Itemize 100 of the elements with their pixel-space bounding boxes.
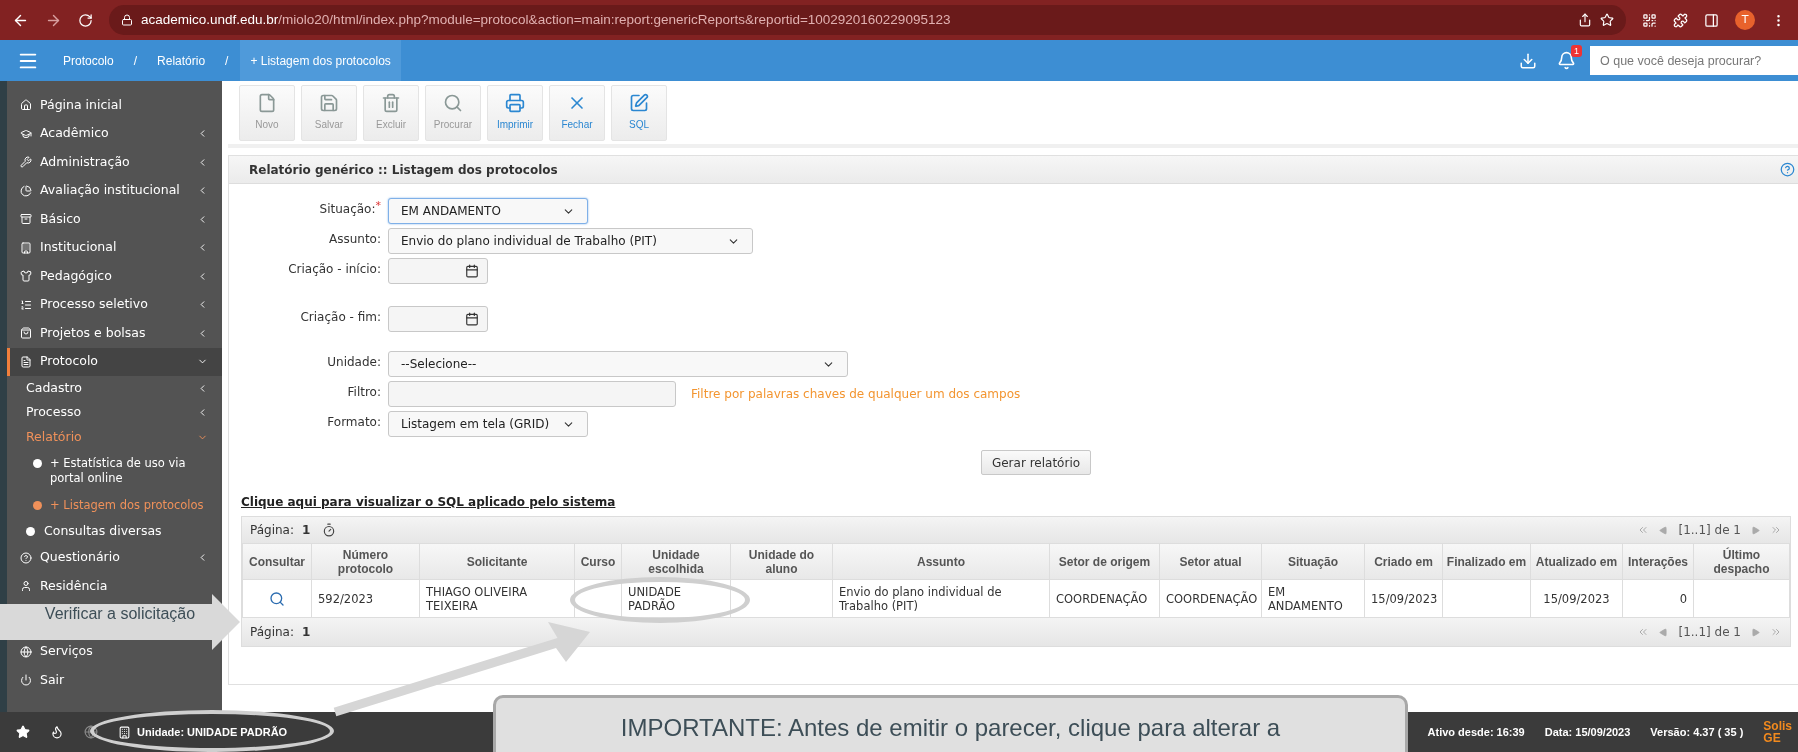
bullet-icon bbox=[33, 500, 42, 510]
sidebar-item[interactable]: Processo bbox=[7, 400, 222, 425]
table-cell: 15/09/2023 bbox=[1364, 579, 1443, 618]
table-cell: COORDENAÇÃO bbox=[1049, 579, 1160, 618]
printer-icon bbox=[505, 93, 525, 113]
column-header: Número protocolo bbox=[311, 543, 420, 580]
sidebar-item[interactable]: Residência bbox=[7, 572, 222, 601]
column-header: Situação bbox=[1261, 543, 1365, 580]
url-text: academico.undf.edu.br/miolo20/html/index.php?module=protocol&action=main:report:genericReports&reportid=1002920160229095123 bbox=[141, 10, 951, 29]
input-field[interactable] bbox=[388, 381, 676, 407]
breadcrumb[interactable]: Relatório bbox=[149, 40, 214, 81]
column-header: Assunto bbox=[832, 543, 1050, 580]
sidebar-item[interactable]: Página inicial bbox=[7, 91, 222, 120]
sql-link[interactable]: Clique aqui para visualizar o SQL aplicado pelo sistema bbox=[241, 495, 616, 509]
column-header: Solicitante bbox=[419, 543, 575, 580]
bullet-icon bbox=[33, 458, 42, 468]
star-icon[interactable] bbox=[16, 725, 30, 739]
document-icon bbox=[20, 355, 32, 368]
select-field[interactable]: Listagem em tela (GRID) bbox=[388, 411, 588, 437]
download-icon[interactable] bbox=[1519, 51, 1537, 70]
sidebar-item[interactable]: + Estatística de uso via portal online bbox=[7, 449, 222, 492]
table-cell: 15/09/2023 bbox=[1530, 579, 1623, 618]
user-icon bbox=[20, 580, 32, 593]
select-field[interactable]: EM ANDAMENTO bbox=[388, 198, 588, 224]
bullet-icon bbox=[26, 526, 35, 536]
save-icon bbox=[319, 93, 339, 113]
notification-badge: 1 bbox=[1571, 45, 1582, 57]
wrench-icon bbox=[20, 156, 32, 169]
view-cell[interactable] bbox=[242, 579, 312, 618]
active-since: Ativo desde: 16:39 bbox=[1427, 724, 1525, 740]
sidebar-item[interactable]: Protocolo bbox=[7, 347, 222, 376]
sidebar-item[interactable]: Acadêmico bbox=[7, 119, 222, 148]
sidebar-item[interactable]: Projetos e bolsas bbox=[7, 319, 222, 348]
panel-title: Relatório genérico :: Listagem dos protocolos bbox=[249, 161, 559, 179]
page-number: 1 bbox=[302, 624, 311, 641]
breadcrumb-separator: / bbox=[132, 52, 139, 70]
sidebar-item[interactable]: Processo seletivo bbox=[7, 290, 222, 319]
required-mark: * bbox=[375, 200, 381, 214]
sidebar-item[interactable]: Básico bbox=[7, 205, 222, 234]
sidebar-item[interactable]: Avaliação institucional bbox=[7, 176, 222, 205]
column-header: Interações bbox=[1622, 543, 1694, 580]
help-icon[interactable] bbox=[1780, 162, 1795, 177]
address-bar[interactable]: academico.undf.edu.br/miolo20/html/index.php?module=protocol&action=main:report:genericReports&reportid=1002920160229095123 bbox=[109, 5, 1626, 35]
field-label: Unidade: bbox=[327, 354, 381, 371]
globe-icon[interactable] bbox=[84, 725, 98, 739]
breadcrumb[interactable]: Protocolo bbox=[55, 40, 122, 81]
annotation-label: Verificar a solicitação bbox=[43, 605, 197, 622]
refresh-icon[interactable] bbox=[322, 523, 337, 537]
flame-icon[interactable] bbox=[50, 725, 64, 739]
page-label: Página: bbox=[250, 624, 294, 641]
column-header: Unidade do aluno bbox=[730, 543, 833, 580]
page-label: Página: bbox=[250, 522, 294, 539]
puzzle-icon[interactable] bbox=[1673, 12, 1688, 28]
toolbar-button[interactable]: SQL bbox=[611, 84, 667, 141]
search-field[interactable]: O que você deseja procurar? bbox=[1590, 46, 1798, 75]
calendar-icon bbox=[465, 264, 479, 278]
table-cell: 0 bbox=[1622, 579, 1694, 618]
sidebar-item[interactable]: Institucional bbox=[7, 233, 222, 262]
new-file-icon bbox=[257, 93, 277, 113]
question-icon bbox=[20, 551, 32, 564]
graduation-cap-icon bbox=[20, 127, 32, 140]
sidebar-item[interactable]: Cadastro bbox=[7, 376, 222, 401]
sidebar-item[interactable]: Questionário bbox=[7, 543, 222, 572]
column-header: Atualizado em bbox=[1530, 543, 1623, 580]
logo: Solis GE bbox=[1763, 720, 1792, 744]
column-header: Setor atual bbox=[1159, 543, 1262, 580]
bell-icon[interactable] bbox=[1557, 51, 1576, 70]
lock-icon bbox=[121, 14, 133, 26]
unit-label[interactable]: Unidade: UNIDADE PADRÃO bbox=[137, 723, 288, 741]
generate-report-button[interactable]: Gerar relatório bbox=[980, 450, 1092, 475]
trash-icon bbox=[381, 93, 401, 113]
edit-icon bbox=[629, 93, 649, 113]
column-header: Finalizado em bbox=[1442, 543, 1531, 580]
page-number: 1 bbox=[302, 522, 311, 539]
callout-text: IMPORTANTE: Antes de emitir o parecer, clique para alterar a bbox=[620, 714, 1281, 743]
toolbar-button[interactable]: Fechar bbox=[549, 84, 605, 141]
sidebar-item[interactable]: Sair bbox=[7, 666, 222, 695]
building-icon bbox=[118, 725, 131, 739]
sidebar-item[interactable]: Pedagógico bbox=[7, 262, 222, 291]
date-field[interactable] bbox=[388, 306, 488, 332]
star-icon[interactable] bbox=[1600, 13, 1614, 27]
archive-icon bbox=[20, 213, 32, 226]
date-field[interactable] bbox=[388, 258, 488, 284]
sidebar-item[interactable]: Consultas diversas bbox=[7, 518, 222, 544]
power-icon bbox=[20, 674, 32, 687]
extension-icon[interactable] bbox=[1642, 12, 1657, 28]
table-cell: COORDENAÇÃO bbox=[1159, 579, 1262, 618]
home-icon bbox=[20, 99, 32, 112]
toolbar-button[interactable]: Imprimir bbox=[487, 84, 543, 141]
sidebar-item[interactable]: Serviços bbox=[7, 637, 222, 666]
table-cell: Envio do plano individual de Trabalho (PIT) bbox=[832, 579, 1050, 618]
sidebar-item[interactable]: Administração bbox=[7, 148, 222, 177]
reload-icon[interactable] bbox=[78, 12, 93, 28]
version-label: Versão: 4.37 ( 35 ) bbox=[1650, 724, 1744, 740]
bag-icon bbox=[20, 327, 32, 340]
select-field[interactable]: --Selecione-- bbox=[388, 351, 848, 377]
side-panel-icon[interactable] bbox=[1704, 12, 1719, 28]
table-cell: EM ANDAMENTO bbox=[1261, 579, 1365, 618]
select-field[interactable]: Envio do plano individual de Trabalho (PIT) bbox=[388, 228, 753, 254]
share-icon[interactable] bbox=[1578, 13, 1592, 27]
